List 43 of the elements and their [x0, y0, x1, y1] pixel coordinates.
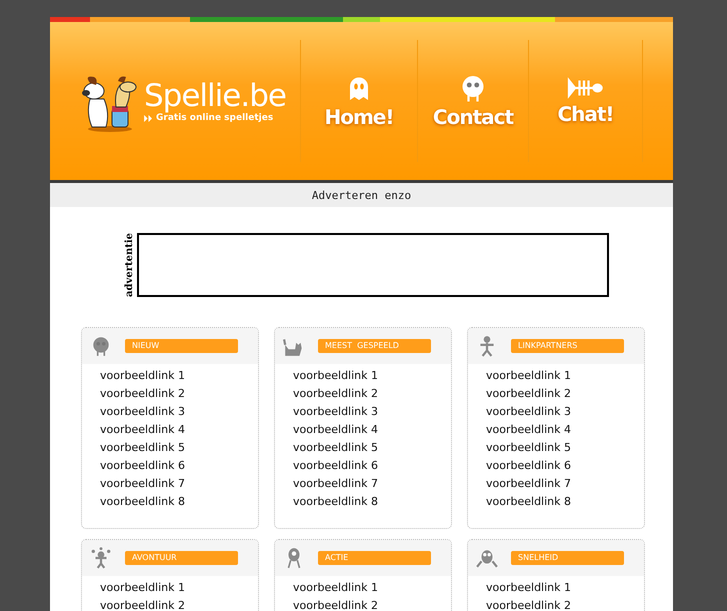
game-link[interactable]: voorbeeldlink 6	[100, 459, 185, 472]
game-link[interactable]: voorbeeldlink 2	[293, 387, 378, 400]
game-link[interactable]: voorbeeldlink 1	[486, 581, 571, 594]
game-link[interactable]: voorbeeldlink 8	[486, 495, 571, 508]
category-title: LINKPARTNERS	[511, 339, 624, 353]
game-link[interactable]: voorbeeldlink 5	[100, 441, 185, 454]
category-title: MEEST GESPEELD	[318, 339, 431, 353]
game-link[interactable]: voorbeeldlink 2	[486, 387, 571, 400]
fish-skeleton-icon	[566, 76, 605, 100]
ad-label: advertentie	[124, 233, 135, 297]
category-title: ACTIE	[318, 551, 431, 565]
site-logo-text: Spellie.be	[144, 79, 286, 113]
game-link[interactable]: voorbeeldlink 5	[486, 441, 571, 454]
category-title: AVONTUUR	[125, 551, 238, 565]
game-link[interactable]: voorbeeldlink 7	[100, 477, 185, 490]
game-link[interactable]: voorbeeldlink 4	[486, 423, 571, 436]
game-link[interactable]: voorbeeldlink 6	[293, 459, 378, 472]
game-link[interactable]: voorbeeldlink 7	[293, 477, 378, 490]
ad-bar-text: Adverteren enzo	[312, 188, 412, 202]
game-link[interactable]: voorbeeldlink 4	[100, 423, 185, 436]
game-link[interactable]: voorbeeldlink 1	[293, 369, 378, 382]
game-link[interactable]: voorbeeldlink 6	[486, 459, 571, 472]
juggler-icon	[90, 547, 112, 569]
game-link[interactable]: voorbeeldlink 1	[100, 369, 185, 382]
game-link[interactable]: voorbeeldlink 8	[293, 495, 378, 508]
game-link[interactable]: voorbeeldlink 3	[293, 405, 378, 418]
game-link[interactable]: voorbeeldlink 3	[486, 405, 571, 418]
game-link[interactable]: voorbeeldlink 2	[486, 599, 571, 611]
game-link[interactable]: voorbeeldlink 8	[100, 495, 185, 508]
game-link[interactable]: voorbeeldlink 2	[100, 599, 185, 611]
game-link[interactable]: voorbeeldlink 5	[293, 441, 378, 454]
game-link[interactable]: voorbeeldlink 1	[486, 369, 571, 382]
tagline-text: Gratis online spelletjes	[156, 113, 274, 123]
game-link[interactable]: voorbeeldlink 3	[100, 405, 185, 418]
category-title: NIEUW	[125, 339, 238, 353]
category-title: SNELHEID	[511, 551, 624, 565]
game-link[interactable]: voorbeeldlink 4	[293, 423, 378, 436]
game-link[interactable]: voorbeeldlink 1	[293, 581, 378, 594]
game-link[interactable]: voorbeeldlink 2	[293, 599, 378, 611]
game-link[interactable]: voorbeeldlink 7	[486, 477, 571, 490]
double-arrow-icon	[144, 114, 153, 122]
game-link[interactable]: voorbeeldlink 1	[100, 581, 185, 594]
game-link[interactable]: voorbeeldlink 2	[100, 387, 185, 400]
